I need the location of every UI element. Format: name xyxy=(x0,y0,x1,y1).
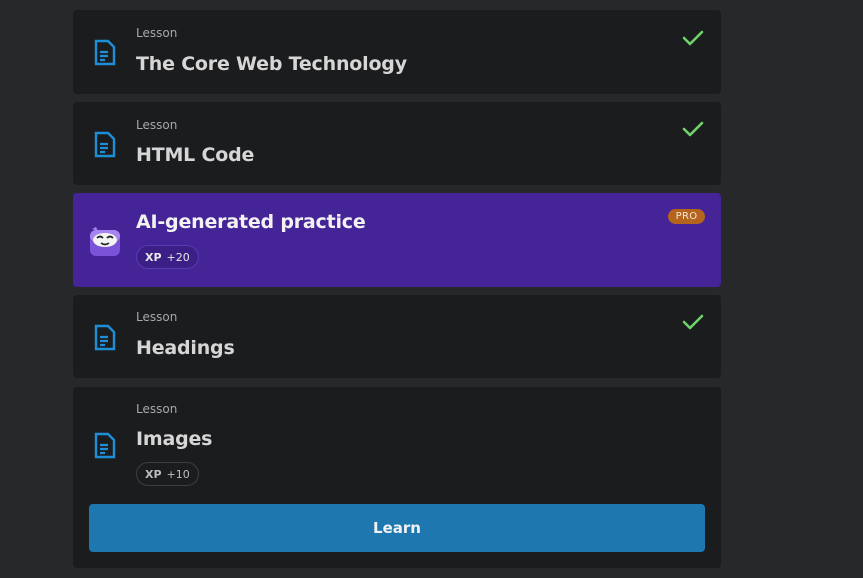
document-icon xyxy=(94,432,116,459)
check-icon xyxy=(682,30,704,46)
xp-value: +20 xyxy=(166,250,190,264)
document-icon xyxy=(94,131,116,158)
lesson-card-headings[interactable]: Lesson Headings xyxy=(73,295,721,378)
learn-button[interactable]: Learn xyxy=(89,504,705,552)
check-icon xyxy=(682,314,704,330)
document-icon xyxy=(94,39,116,66)
xp-label: XP xyxy=(145,250,162,264)
pro-badge: PRO xyxy=(668,209,705,224)
lesson-title: HTML Code xyxy=(136,144,255,166)
document-icon xyxy=(94,324,116,351)
lesson-kicker: Lesson xyxy=(136,402,178,416)
check-icon xyxy=(682,121,704,137)
xp-badge: XP +20 xyxy=(136,245,199,269)
lesson-card-core-web[interactable]: Lesson The Core Web Technology xyxy=(73,10,721,94)
lesson-title: Images xyxy=(136,428,213,450)
lesson-card-images[interactable]: Lesson Images XP +10 Learn xyxy=(73,387,721,568)
xp-value: +10 xyxy=(166,467,190,481)
xp-badge: XP +10 xyxy=(136,462,199,486)
lesson-kicker: Lesson xyxy=(136,310,178,324)
lesson-kicker: Lesson xyxy=(136,26,178,40)
lesson-title: Headings xyxy=(136,337,235,359)
lesson-title: The Core Web Technology xyxy=(136,53,407,75)
mascot-icon xyxy=(90,227,120,256)
lesson-kicker: Lesson xyxy=(136,118,178,132)
ai-practice-title: AI-generated practice xyxy=(136,211,366,233)
lesson-card-html-code[interactable]: Lesson HTML Code xyxy=(73,102,721,185)
ai-practice-card[interactable]: AI-generated practice PRO XP +20 xyxy=(73,193,721,287)
xp-label: XP xyxy=(145,467,162,481)
